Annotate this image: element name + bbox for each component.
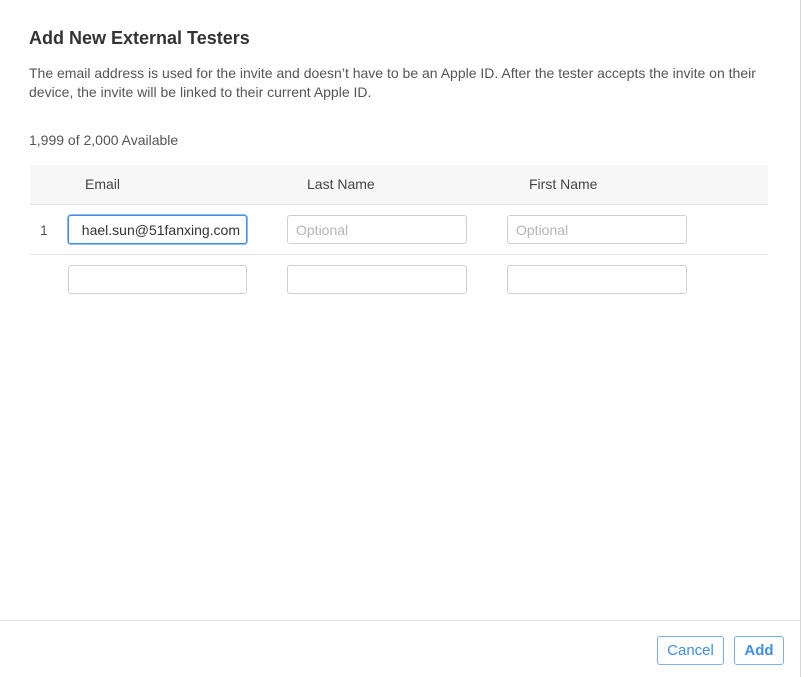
email-field[interactable]	[68, 215, 247, 244]
first-name-field[interactable]	[507, 265, 687, 294]
row-number: 1	[40, 222, 48, 238]
last-name-field[interactable]	[287, 265, 467, 294]
email-field[interactable]	[68, 265, 247, 294]
cancel-button[interactable]: Cancel	[657, 636, 724, 665]
testers-table: Email Last Name First Name 1	[30, 165, 768, 305]
add-button[interactable]: Add	[734, 636, 784, 665]
dialog-description: The email address is used for the invite…	[29, 65, 756, 100]
last-name-field[interactable]	[287, 215, 467, 244]
column-header-email: Email	[85, 176, 121, 192]
table-row: 1	[30, 205, 768, 255]
first-name-field[interactable]	[507, 215, 687, 244]
availability-count: 1,999 of 2,000 Available	[29, 132, 179, 148]
column-header-first-name: First Name	[529, 176, 598, 192]
dialog-title: Add New External Testers	[29, 28, 250, 48]
add-external-testers-dialog: Add New External Testers The email addre…	[0, 0, 801, 677]
column-header-last-name: Last Name	[307, 176, 375, 192]
table-header: Email Last Name First Name	[30, 165, 768, 205]
dialog-footer: Cancel Add	[0, 620, 800, 677]
table-row	[30, 255, 768, 305]
